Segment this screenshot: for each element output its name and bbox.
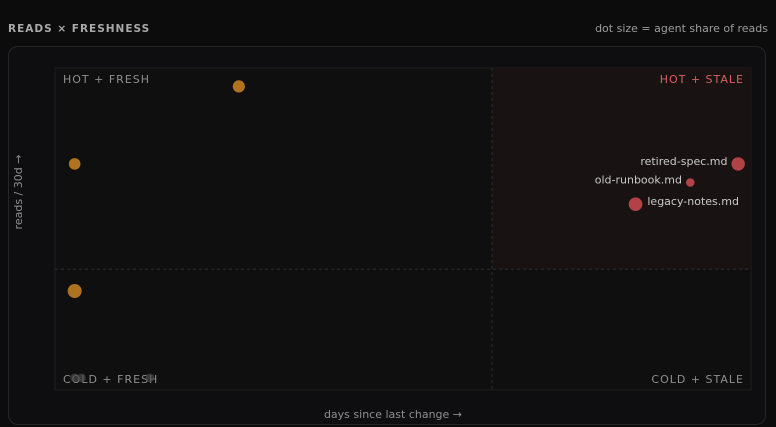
data-point[interactable]: [77, 373, 86, 383]
quadrant-label-hot-fresh: HOT + FRESH: [63, 73, 150, 86]
data-point[interactable]: [628, 197, 643, 212]
point-label: old-runbook.md: [595, 174, 682, 187]
data-point[interactable]: [145, 373, 155, 383]
quadrant-label-hot-stale: HOT + STALE: [660, 73, 744, 86]
chart-title: READS × FRESHNESS: [8, 23, 151, 35]
point-label: legacy-notes.md: [647, 195, 739, 208]
hot-stale-region: [491, 68, 751, 270]
data-point[interactable]: [685, 178, 695, 187]
scatter-plot: HOT + FRESH HOT + STALE COLD + FRESH COL…: [12, 67, 752, 421]
quadrant-label-cold-stale: COLD + STALE: [651, 373, 744, 386]
data-point[interactable]: [232, 80, 245, 93]
size-legend-note: dot size = agent share of reads: [595, 22, 768, 35]
data-point[interactable]: [731, 157, 745, 171]
data-point[interactable]: [67, 284, 82, 298]
point-label: retired-spec.md: [640, 155, 727, 168]
y-axis-label: reads / 30d →: [12, 155, 25, 230]
chart-panel: HOT + FRESH HOT + STALE COLD + FRESH COL…: [8, 46, 766, 425]
data-point[interactable]: [68, 158, 81, 170]
x-axis-label: days since last change →: [324, 408, 462, 421]
